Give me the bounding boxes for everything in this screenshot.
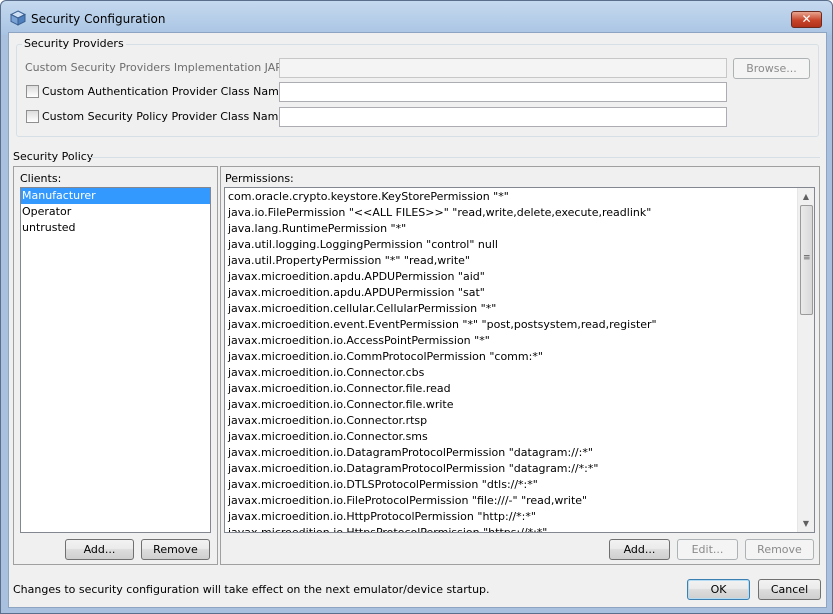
scroll-up-icon[interactable]: ▲	[798, 188, 814, 205]
close-icon: ✕	[801, 12, 812, 26]
permission-item[interactable]: javax.microedition.apdu.APDUPermission "…	[225, 285, 797, 301]
edit-permission-button[interactable]: Edit...	[677, 539, 738, 560]
title-bar[interactable]: Security Configuration ✕	[1, 1, 832, 35]
permission-item[interactable]: javax.microedition.io.Connector.file.wri…	[225, 397, 797, 413]
cube-icon	[10, 10, 26, 26]
cancel-button[interactable]: Cancel	[758, 579, 821, 600]
permission-item[interactable]: java.io.FilePermission "<<ALL FILES>>" "…	[225, 205, 797, 221]
dialog-content: Security Providers Custom Security Provi…	[8, 32, 827, 608]
permissions-scrollbar[interactable]: ▲ ≡ ▼	[797, 188, 814, 532]
permission-item[interactable]: java.util.logging.LoggingPermission "con…	[225, 237, 797, 253]
remove-permission-button[interactable]: Remove	[745, 539, 814, 560]
security-configuration-dialog: Security Configuration ✕ Security Provid…	[0, 0, 833, 614]
permission-item[interactable]: javax.microedition.io.Connector.rtsp	[225, 413, 797, 429]
client-item[interactable]: untrusted	[21, 220, 210, 236]
close-button[interactable]: ✕	[791, 11, 822, 28]
permission-item[interactable]: javax.microedition.io.DTLSProtocolPermis…	[225, 477, 797, 493]
client-item[interactable]: Manufacturer	[21, 188, 210, 204]
client-item[interactable]: Operator	[21, 204, 210, 220]
remove-client-button[interactable]: Remove	[141, 539, 210, 560]
permission-item[interactable]: java.util.PropertyPermission "*" "read,w…	[225, 253, 797, 269]
policy-provider-label: Custom Security Policy Provider Class Na…	[42, 110, 289, 123]
clients-label: Clients:	[20, 172, 62, 185]
permissions-rows: com.oracle.crypto.keystore.KeyStorePermi…	[225, 189, 797, 532]
browse-button[interactable]: Browse...	[733, 58, 810, 79]
security-providers-legend: Security Providers	[22, 37, 126, 50]
ok-button[interactable]: OK	[687, 579, 750, 600]
auth-provider-label: Custom Authentication Provider Class Nam…	[42, 85, 290, 98]
permission-item[interactable]: javax.microedition.io.HttpProtocolPermis…	[225, 509, 797, 525]
auth-provider-checkbox[interactable]	[26, 85, 39, 98]
grip-icon: ≡	[803, 253, 811, 263]
scroll-thumb[interactable]: ≡	[800, 205, 813, 315]
permission-item[interactable]: javax.microedition.io.DatagramProtocolPe…	[225, 461, 797, 477]
scroll-down-icon[interactable]: ▼	[798, 515, 814, 532]
permission-item[interactable]: javax.microedition.event.EventPermission…	[225, 317, 797, 333]
permission-item[interactable]: javax.microedition.io.HttpsProtocolPermi…	[225, 525, 797, 532]
permission-item[interactable]: javax.microedition.io.Connector.file.rea…	[225, 381, 797, 397]
policy-provider-checkbox[interactable]	[26, 110, 39, 123]
auth-provider-field[interactable]	[279, 82, 727, 102]
add-client-button[interactable]: Add...	[65, 539, 134, 560]
permission-item[interactable]: javax.microedition.io.Connector.sms	[225, 429, 797, 445]
security-policy-legend: Security Policy	[13, 150, 94, 163]
permissions-list[interactable]: com.oracle.crypto.keystore.KeyStorePermi…	[224, 187, 815, 533]
permission-item[interactable]: javax.microedition.io.AccessPointPermiss…	[225, 333, 797, 349]
permission-item[interactable]: javax.microedition.io.Connector.cbs	[225, 365, 797, 381]
permission-item[interactable]: javax.microedition.cellular.CellularPerm…	[225, 301, 797, 317]
permissions-label: Permissions:	[225, 172, 294, 185]
add-permission-button[interactable]: Add...	[609, 539, 670, 560]
permission-item[interactable]: javax.microedition.io.CommProtocolPermis…	[225, 349, 797, 365]
jar-file-label: Custom Security Providers Implementation…	[25, 61, 309, 74]
permission-item[interactable]: javax.microedition.io.FileProtocolPermis…	[225, 493, 797, 509]
window-title: Security Configuration	[31, 12, 166, 26]
footer-message: Changes to security configuration will t…	[13, 583, 490, 596]
clients-list[interactable]: Manufacturer Operator untrusted	[20, 187, 211, 533]
permission-item[interactable]: javax.microedition.io.DatagramProtocolPe…	[225, 445, 797, 461]
permission-item[interactable]: com.oracle.crypto.keystore.KeyStorePermi…	[225, 189, 797, 205]
security-policy-separator	[90, 157, 820, 158]
permission-item[interactable]: java.lang.RuntimePermission "*"	[225, 221, 797, 237]
permission-item[interactable]: javax.microedition.apdu.APDUPermission "…	[225, 269, 797, 285]
jar-file-field[interactable]	[279, 58, 727, 78]
policy-provider-field[interactable]	[279, 107, 727, 127]
